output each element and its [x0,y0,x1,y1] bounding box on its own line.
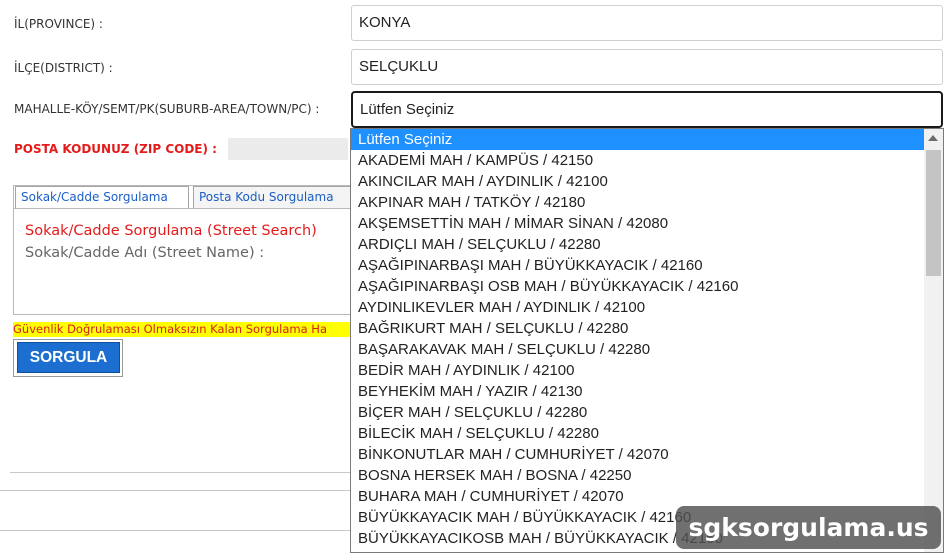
dropdown-option[interactable]: AKPINAR MAH / TATKÖY / 42180 [351,192,924,213]
dropdown-option[interactable]: BEYHEKİM MAH / YAZIR / 42130 [351,381,924,402]
tab-street-search[interactable]: Sokak/Cadde Sorgulama [15,186,189,208]
dropdown-option[interactable]: BİNKONUTLAR MAH / CUMHURİYET / 42070 [351,444,924,465]
district-label: İLÇE(DISTRICT) : [14,61,113,75]
dropdown-option[interactable]: AYDINLIKEVLER MAH / AYDINLIK / 42100 [351,297,924,318]
sorgula-button[interactable]: SORGULA [17,342,120,373]
tab-postcode-search[interactable]: Posta Kodu Sorgulama [193,186,351,208]
dropdown-option[interactable]: AKADEMİ MAH / KAMPÜS / 42150 [351,150,924,171]
suburb-dropdown-list[interactable]: Lütfen Seçiniz AKADEMİ MAH / KAMPÜS / 421… [350,128,944,553]
dropdown-option[interactable]: BUHARA MAH / CUMHURİYET / 42070 [351,486,924,507]
suburb-select[interactable]: Lütfen Seçiniz [351,91,943,128]
street-name-label: Sokak/Cadde Adı (Street Name) : [25,245,265,261]
dropdown-option[interactable]: BOSNA HERSEK MAH / BOSNA / 42250 [351,465,924,486]
dropdown-option[interactable]: BAĞRIKURT MAH / SELÇUKLU / 42280 [351,318,924,339]
suburb-label: MAHALLE-KÖY/SEMT/PK(SUBURB-AREA/TOWN/PC)… [14,102,320,116]
scroll-up-arrow-icon[interactable] [928,135,938,141]
divider [0,530,351,531]
divider [0,490,351,491]
zip-code-label: POSTA KODUNUZ (ZIP CODE) : [14,142,217,156]
dropdown-option[interactable]: ARDIÇLI MAH / SELÇUKLU / 42280 [351,234,924,255]
dropdown-option[interactable]: AKINCILAR MAH / AYDINLIK / 42100 [351,171,924,192]
watermark: sgksorgulama.us [676,506,941,549]
dropdown-options: Lütfen Seçiniz AKADEMİ MAH / KAMPÜS / 421… [351,129,924,549]
dropdown-option[interactable]: AŞAĞIPINARBAŞI OSB MAH / BÜYÜKKAYACIK / … [351,276,924,297]
dropdown-option[interactable]: AKŞEMSETTİN MAH / MİMAR SİNAN / 42080 [351,213,924,234]
tab-divider [14,208,351,209]
divider [10,472,351,473]
province-select[interactable]: KONYA [351,5,943,41]
dropdown-option[interactable]: BİÇER MAH / SELÇUKLU / 42280 [351,402,924,423]
dropdown-option[interactable]: AŞAĞIPINARBAŞI MAH / BÜYÜKKAYACIK / 4216… [351,255,924,276]
province-label: İL(PROVINCE) : [14,17,103,31]
dropdown-option[interactable]: BEDİR MAH / AYDINLIK / 42100 [351,360,924,381]
street-search-title: Sokak/Cadde Sorgulama (Street Search) [25,223,317,239]
security-warning: Güvenlik Doğrulaması Olmaksızın Kalan So… [13,322,351,337]
dropdown-option-selected[interactable]: Lütfen Seçiniz [351,129,924,150]
dropdown-option[interactable]: BAŞARAKAVAK MAH / SELÇUKLU / 42280 [351,339,924,360]
district-select[interactable]: SELÇUKLU [351,49,943,85]
dropdown-option[interactable]: BİLECİK MAH / SELÇUKLU / 42280 [351,423,924,444]
zip-code-output [228,138,348,160]
scrollbar-thumb[interactable] [926,150,941,276]
dropdown-scrollbar[interactable] [924,129,943,552]
